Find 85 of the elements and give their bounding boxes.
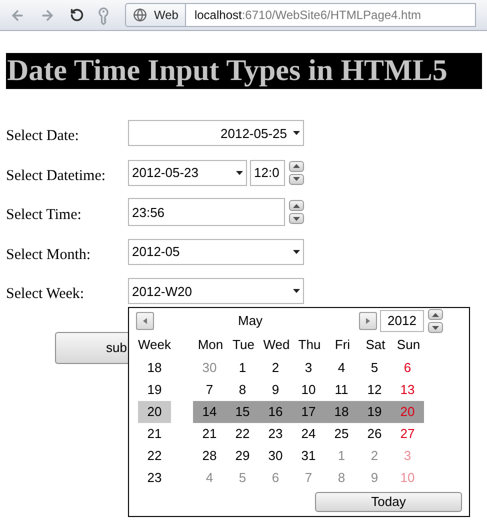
time-field[interactable]: 12:0 xyxy=(250,160,285,186)
day-cell[interactable]: 10 xyxy=(292,379,325,401)
year-field[interactable]: 2012 xyxy=(380,310,424,332)
globe-icon xyxy=(133,8,147,22)
day-cell[interactable]: 16 xyxy=(259,401,292,423)
spin-down-button[interactable] xyxy=(289,213,304,224)
mode-button[interactable]: Web xyxy=(125,3,186,27)
caret-down-icon xyxy=(293,131,300,136)
column-header: Sun xyxy=(396,336,422,354)
date-field[interactable]: 2012-05-25 xyxy=(128,120,304,146)
date-field[interactable]: 2012-05-23 xyxy=(128,160,247,186)
day-cell[interactable]: 6 xyxy=(391,357,424,379)
reload-icon[interactable] xyxy=(70,8,84,22)
caret-down-icon xyxy=(293,289,300,294)
triangle-up-icon xyxy=(293,164,300,168)
time-field[interactable]: 23:56 xyxy=(128,198,285,226)
column-header: Fri xyxy=(334,336,352,354)
day-cell[interactable]: 9 xyxy=(259,379,292,401)
field-label: Select Time: xyxy=(6,206,82,225)
triangle-left-icon xyxy=(143,318,147,324)
triangle-down-icon xyxy=(293,216,300,221)
day-cell[interactable]: 30 xyxy=(259,445,292,467)
week-number[interactable]: 18 xyxy=(138,357,171,379)
day-cell[interactable]: 7 xyxy=(193,379,226,401)
column-header: Wed xyxy=(262,336,291,354)
day-cell[interactable]: 3 xyxy=(292,357,325,379)
week-number[interactable]: 22 xyxy=(138,445,171,467)
day-cell[interactable]: 11 xyxy=(325,379,358,401)
day-cell[interactable]: 31 xyxy=(292,445,325,467)
day-cell[interactable]: 24 xyxy=(292,423,325,445)
submit-button[interactable]: sub xyxy=(55,332,129,364)
spin-down-button[interactable] xyxy=(428,322,443,333)
day-cell[interactable]: 8 xyxy=(226,379,259,401)
week-number[interactable]: 23 xyxy=(138,467,171,489)
triangle-down-icon xyxy=(293,177,300,182)
spin-up-button[interactable] xyxy=(289,200,304,212)
day-cell[interactable]: 28 xyxy=(193,445,226,467)
week-number[interactable]: 21 xyxy=(138,423,171,445)
triangle-right-icon xyxy=(366,318,370,324)
next-month-button[interactable] xyxy=(359,312,377,330)
day-cell[interactable]: 29 xyxy=(226,445,259,467)
day-cell[interactable]: 21 xyxy=(193,423,226,445)
day-cell[interactable]: 12 xyxy=(358,379,391,401)
day-cell[interactable]: 5 xyxy=(358,357,391,379)
spin-down-button[interactable] xyxy=(289,174,304,185)
triangle-down-icon xyxy=(432,326,439,330)
column-header: Tue xyxy=(232,336,256,354)
column-header: Mon xyxy=(196,336,224,354)
month-label: May xyxy=(238,312,264,330)
selected-week-row[interactable]: 14 15 16 17 18 19 20 xyxy=(193,401,424,423)
previous-month-button[interactable] xyxy=(136,312,154,330)
spin-up-button[interactable] xyxy=(289,160,304,172)
day-cell[interactable]: 19 xyxy=(358,401,391,423)
day-cell[interactable]: 17 xyxy=(292,401,325,423)
triangle-up-icon xyxy=(432,312,439,316)
day-cell[interactable]: 22 xyxy=(226,423,259,445)
caret-down-icon xyxy=(293,250,300,254)
week-number[interactable]: 20 xyxy=(138,401,171,423)
today-button[interactable]: Today xyxy=(315,492,462,512)
week-field[interactable]: 2012-W20 xyxy=(128,278,304,304)
field-label: Select Week: xyxy=(6,285,86,304)
field-label: Select Date: xyxy=(6,127,80,146)
page-heading: Date Time Input Types in HTML5 xyxy=(6,53,482,89)
day-cell[interactable]: 4 xyxy=(325,357,358,379)
spin-up-button[interactable] xyxy=(428,309,443,320)
address-field[interactable]: localhost:6710/WebSite6/HTMLPage4.htm xyxy=(186,3,476,27)
triangle-up-icon xyxy=(293,204,300,208)
field-label: Select Datetime: xyxy=(6,166,107,186)
day-cell[interactable]: 2 xyxy=(259,357,292,379)
day-cell[interactable]: 1 xyxy=(226,357,259,379)
day-cell[interactable]: 23 xyxy=(259,423,292,445)
caret-down-icon xyxy=(236,170,243,175)
column-header: Week xyxy=(137,336,172,354)
column-header: Sat xyxy=(364,336,386,354)
month-field[interactable]: 2012-05 xyxy=(128,238,304,265)
day-cell[interactable]: 27 xyxy=(391,423,424,445)
day-cell[interactable]: 26 xyxy=(358,423,391,445)
day-cell[interactable]: 18 xyxy=(325,401,358,423)
day-cell[interactable]: 13 xyxy=(391,379,424,401)
day-cell[interactable]: 14 xyxy=(193,401,226,423)
field-label: Select Month: xyxy=(6,246,92,264)
column-header: Thu xyxy=(297,336,322,354)
week-number[interactable]: 19 xyxy=(138,379,171,401)
day-cell[interactable]: 15 xyxy=(226,401,259,423)
day-cell[interactable]: 25 xyxy=(325,423,358,445)
